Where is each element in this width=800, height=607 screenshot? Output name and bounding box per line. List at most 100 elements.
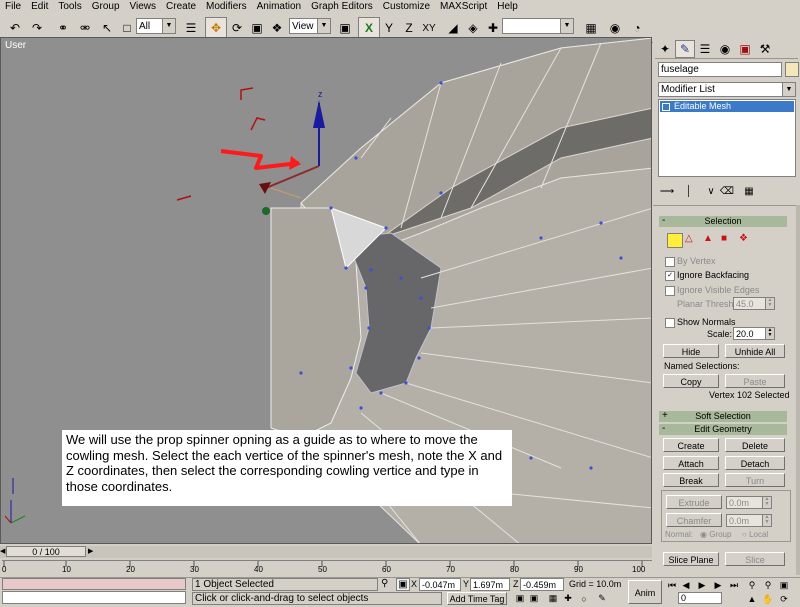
field-of-view-icon[interactable]: ▲	[744, 592, 760, 606]
lock-selection-icon[interactable]: ⚲	[381, 578, 388, 589]
command-panel-scrollbar[interactable]	[796, 205, 800, 575]
time-slider-thumb[interactable]: 0 / 100	[6, 546, 86, 557]
display-tab-icon[interactable]: ▣	[735, 40, 755, 58]
named-selection-dropdown[interactable]: ▼	[502, 18, 574, 34]
play-icon[interactable]: ▶	[694, 578, 710, 592]
axis-x-button[interactable]: X	[358, 17, 380, 39]
utilities-tab-icon[interactable]: ⚒	[755, 40, 775, 58]
material-editor-icon[interactable]: ◉	[604, 17, 626, 39]
previous-frame-icon[interactable]: ◀	[678, 578, 694, 592]
break-button[interactable]: Break	[663, 473, 719, 487]
animate-button[interactable]: Anim	[628, 580, 662, 604]
edit-geometry-rollout-header[interactable]: - Edit Geometry	[659, 423, 787, 435]
zoom-all-icon[interactable]: ⚲	[760, 578, 776, 592]
unhide-all-button[interactable]: Unhide All	[725, 344, 785, 358]
axis-z-button[interactable]: Z	[398, 17, 420, 39]
menu-views[interactable]: Views	[125, 0, 162, 14]
object-color-swatch[interactable]	[785, 62, 799, 77]
extrude-button[interactable]: Extrude	[666, 495, 722, 509]
polygon-level-icon[interactable]: ■	[721, 233, 727, 244]
modifier-list-dropdown[interactable]: Modifier List ▼	[658, 82, 796, 97]
region-select-icon[interactable]: □	[116, 17, 138, 39]
vertex-level-icon[interactable]	[667, 233, 683, 248]
maxscript-listener-mini[interactable]	[2, 578, 186, 590]
select-by-name-icon[interactable]: ☰	[180, 17, 202, 39]
maxscript-input[interactable]	[2, 591, 186, 604]
menu-create[interactable]: Create	[161, 0, 201, 14]
track-view-icon[interactable]: ▦	[580, 17, 602, 39]
normals-scale-spinner[interactable]: 20.0 ▲ ▼	[733, 327, 775, 340]
show-end-result-icon[interactable]: │	[680, 183, 698, 199]
snap-icon[interactable]: ✚	[482, 17, 504, 39]
key-tangent-icon[interactable]: ✚	[560, 591, 576, 606]
selection-filter-dropdown[interactable]: All ▼	[136, 18, 176, 34]
axis-xy-button[interactable]: XY	[418, 17, 440, 39]
paste-button[interactable]: Paste	[725, 374, 785, 388]
scale-icon[interactable]: ▣	[246, 17, 268, 39]
by-vertex-checkbox[interactable]	[665, 257, 675, 267]
menu-edit[interactable]: Edit	[26, 0, 53, 14]
chamfer-button[interactable]: Chamfer	[666, 513, 722, 527]
menu-graph-editors[interactable]: Graph Editors	[306, 0, 378, 14]
time-slider-track[interactable]: 0 / 100 ◀ ▶	[0, 546, 652, 558]
local-radio[interactable]: ○ Local	[742, 530, 768, 539]
soft-selection-rollout-header[interactable]: + Soft Selection	[659, 410, 787, 422]
menu-group[interactable]: Group	[87, 0, 125, 14]
expand-icon[interactable]	[662, 103, 670, 111]
element-level-icon[interactable]: ❖	[739, 233, 748, 244]
menu-animation[interactable]: Animation	[252, 0, 306, 14]
menu-help[interactable]: Help	[492, 0, 523, 14]
x-coordinate-field[interactable]: -0.047m	[419, 578, 461, 591]
create-button[interactable]: Create	[663, 438, 719, 452]
undo-icon[interactable]: ↶	[4, 17, 26, 39]
add-time-tag-button[interactable]: Add Time Tag	[447, 592, 507, 605]
move-icon[interactable]: ✥	[205, 17, 227, 39]
unlink-icon[interactable]: ⚮	[74, 17, 96, 39]
zoom-region-icon[interactable]: ○	[576, 591, 592, 606]
align-icon[interactable]: ◈	[462, 17, 484, 39]
pan-icon[interactable]: ✋	[760, 592, 776, 606]
extrude-spinner[interactable]: 0.0m ▲ ▼	[726, 496, 772, 509]
copy-button[interactable]: Copy	[663, 374, 719, 388]
detach-button[interactable]: Detach	[725, 456, 785, 470]
mirror-icon[interactable]: ◢	[442, 17, 464, 39]
edge-level-icon[interactable]: △	[685, 233, 693, 244]
zoom-extents-icon[interactable]: ▣	[776, 578, 792, 592]
key-filter-icon[interactable]: ▦	[545, 591, 561, 606]
go-to-end-icon[interactable]: ⏭	[726, 578, 742, 592]
select-link-icon[interactable]: ⚭	[52, 17, 74, 39]
configure-sets-icon[interactable]: ▦	[740, 183, 758, 199]
modify-tab-icon[interactable]: ✎	[675, 40, 695, 58]
render-icon[interactable]: ◔	[626, 17, 648, 39]
absolute-mode-icon[interactable]: ▣	[396, 578, 410, 591]
hierarchy-tab-icon[interactable]: ☰	[695, 40, 715, 58]
create-tab-icon[interactable]: ✦	[655, 40, 675, 58]
face-level-icon[interactable]: ▲	[703, 233, 713, 244]
stack-item-editable-mesh[interactable]: Editable Mesh	[660, 101, 794, 112]
ignore-visible-edges-checkbox[interactable]	[665, 286, 675, 296]
next-frame-icon[interactable]: ▶	[710, 578, 726, 592]
pivot-center-icon[interactable]: ▣	[334, 17, 356, 39]
timeline-ruler[interactable]: 0 10 20 30 40 50 60 70 80 90 100	[2, 560, 652, 576]
reference-coordinate-dropdown[interactable]: View ▼	[289, 18, 331, 34]
menu-tools[interactable]: Tools	[53, 0, 86, 14]
pin-stack-icon[interactable]: ⟶	[658, 183, 676, 199]
remove-modifier-icon[interactable]: ⌫	[718, 183, 736, 199]
select-object-icon[interactable]: ↖	[96, 17, 118, 39]
group-radio[interactable]: ◉ Group	[700, 530, 731, 539]
viewport-label[interactable]: User	[5, 40, 26, 51]
delete-button[interactable]: Delete	[725, 438, 785, 452]
slider-left-arrow-icon[interactable]: ◀	[0, 546, 5, 557]
rotate-icon[interactable]: ⟳	[226, 17, 248, 39]
axis-y-button[interactable]: Y	[378, 17, 400, 39]
slice-button[interactable]: Slice	[725, 552, 785, 566]
attach-button[interactable]: Attach	[663, 456, 719, 470]
manipulate-icon[interactable]: ❖	[266, 17, 288, 39]
set-key-icon[interactable]: ▣	[526, 591, 542, 606]
planar-thresh-spinner[interactable]: 45.0 ▲ ▼	[733, 297, 775, 310]
redo-icon[interactable]: ↷	[26, 17, 48, 39]
menu-file[interactable]: File	[0, 0, 26, 14]
menu-modifiers[interactable]: Modifiers	[201, 0, 252, 14]
turn-button[interactable]: Turn	[725, 473, 785, 487]
ignore-backfacing-checkbox[interactable]: ✓	[665, 271, 675, 281]
